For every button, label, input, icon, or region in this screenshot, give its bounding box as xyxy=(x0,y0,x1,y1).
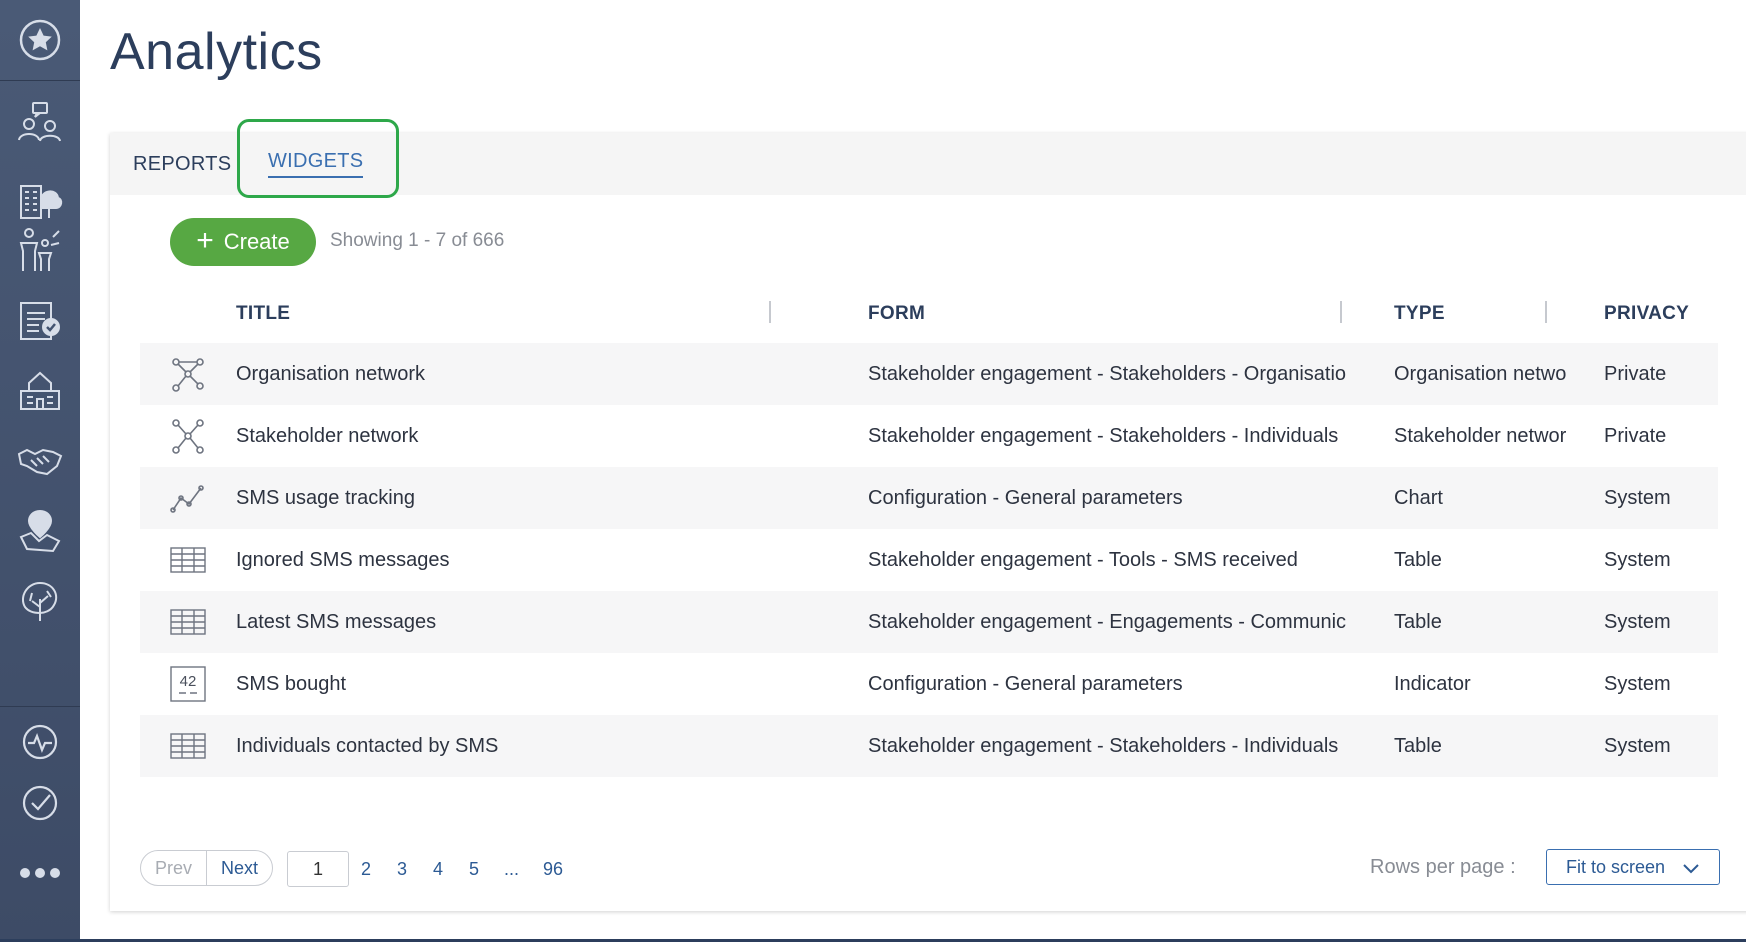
row-title: Stakeholder network xyxy=(236,424,419,447)
row-form: Stakeholder engagement - Stakeholders - … xyxy=(868,734,1339,757)
row-privacy: Private xyxy=(1604,362,1667,385)
row-privacy: System xyxy=(1604,610,1671,633)
page-link[interactable]: 5 xyxy=(469,851,479,887)
sidebar-item-tasks[interactable] xyxy=(0,290,80,350)
table-row[interactable]: 42 SMS bought Configuration - General pa… xyxy=(140,653,1718,715)
rows-per-page-value: Fit to screen xyxy=(1566,856,1666,877)
table-icon xyxy=(168,529,208,591)
rows-per-page-label: Rows per page : xyxy=(1370,856,1516,878)
table-row[interactable]: Ignored SMS messages Stakeholder engagem… xyxy=(140,529,1718,591)
rows-per-page-select[interactable]: Fit to screen xyxy=(1546,849,1720,885)
row-form: Configuration - General parameters xyxy=(868,486,1183,509)
chevron-down-icon xyxy=(1683,864,1699,874)
row-type: Table xyxy=(1394,734,1442,757)
tab-widgets-label: WIDGETS xyxy=(268,150,364,178)
map-pin-icon xyxy=(19,509,61,553)
sidebar-item-environment[interactable] xyxy=(0,570,80,630)
table-icon xyxy=(168,591,208,653)
row-type: Table xyxy=(1394,610,1442,633)
more-dots-icon xyxy=(20,868,60,878)
showing-count: Showing 1 - 7 of 666 xyxy=(330,230,505,251)
star-circle-icon xyxy=(19,19,61,61)
row-privacy: System xyxy=(1604,672,1671,695)
check-circle-icon xyxy=(22,785,58,821)
row-title: Latest SMS messages xyxy=(236,610,437,633)
row-type: Stakeholder networ xyxy=(1394,424,1567,447)
row-type: Indicator xyxy=(1394,672,1471,695)
tab-reports[interactable]: REPORTS xyxy=(133,133,231,195)
table-row[interactable]: Organisation network Stakeholder engagem… xyxy=(140,343,1718,405)
prev-page-button[interactable]: Prev xyxy=(141,851,207,885)
row-title: SMS usage tracking xyxy=(236,486,415,509)
page-ellipsis: ... xyxy=(504,858,520,879)
sidebar xyxy=(0,0,80,942)
people-chat-icon xyxy=(18,102,61,142)
create-button[interactable]: + Create xyxy=(170,218,316,266)
table-row[interactable]: Latest SMS messages Stakeholder engageme… xyxy=(140,591,1718,653)
tabs-bar: REPORTS WIDGETS xyxy=(110,119,1746,198)
plus-icon: + xyxy=(196,223,214,257)
column-resizer[interactable] xyxy=(769,301,771,323)
column-resizer[interactable] xyxy=(1545,301,1547,323)
sidebar-item-communities[interactable] xyxy=(0,360,80,420)
network-icon xyxy=(168,343,208,405)
row-form: Stakeholder engagement - Tools - SMS rec… xyxy=(868,548,1298,571)
main-content: Analytics REPORTS WIDGETS + Create Showi… xyxy=(80,0,1746,942)
sidebar-item-more[interactable] xyxy=(0,843,80,903)
create-button-label: Create xyxy=(223,229,290,254)
row-privacy: System xyxy=(1604,486,1671,509)
row-form: Stakeholder engagement - Engagements - C… xyxy=(868,610,1347,633)
row-title: SMS bought xyxy=(236,672,347,695)
row-privacy: Private xyxy=(1604,424,1667,447)
row-title: Organisation network xyxy=(236,362,425,385)
checklist-icon xyxy=(20,302,60,340)
tab-widgets[interactable]: WIDGETS xyxy=(268,133,364,195)
row-form: Configuration - General parameters xyxy=(868,672,1183,695)
column-header-privacy[interactable]: PRIVACY xyxy=(1604,297,1689,331)
buildings-tree-icon xyxy=(20,185,63,219)
handshake-icon xyxy=(17,448,63,476)
pulse-icon xyxy=(22,724,58,760)
indicator-value: 42 xyxy=(180,673,197,690)
indicator-icon: 42 xyxy=(168,653,208,715)
table-row[interactable]: Individuals contacted by SMS Stakeholder… xyxy=(140,715,1718,777)
column-header-type[interactable]: TYPE xyxy=(1394,297,1445,331)
page-link[interactable]: 4 xyxy=(433,851,443,887)
row-title: Ignored SMS messages xyxy=(236,548,450,571)
sidebar-item-favorites[interactable] xyxy=(0,10,80,70)
row-type: Chart xyxy=(1394,486,1443,509)
column-header-title[interactable]: TITLE xyxy=(236,297,290,331)
community-building-icon xyxy=(20,371,60,410)
family-icon xyxy=(19,228,60,271)
sidebar-item-activity[interactable] xyxy=(0,712,80,772)
row-form: Stakeholder engagement - Stakeholders - … xyxy=(868,424,1339,447)
sidebar-item-validation[interactable] xyxy=(0,773,80,833)
row-privacy: System xyxy=(1604,734,1671,757)
table-row[interactable]: Stakeholder network Stakeholder engageme… xyxy=(140,405,1718,467)
line-chart-icon xyxy=(168,467,208,529)
table-row[interactable]: SMS usage tracking Configuration - Gener… xyxy=(140,467,1718,529)
row-title: Individuals contacted by SMS xyxy=(236,734,499,757)
row-type: Table xyxy=(1394,548,1442,571)
page-number-input[interactable]: 1 xyxy=(287,851,349,887)
page-title: Analytics xyxy=(110,23,323,81)
sidebar-item-engagement[interactable] xyxy=(0,92,80,152)
column-resizer[interactable] xyxy=(1340,301,1342,323)
table-icon xyxy=(168,715,208,777)
page-link[interactable]: 96 xyxy=(543,851,563,887)
prev-next-group: Prev Next xyxy=(140,850,273,886)
analytics-card: REPORTS WIDGETS + Create Showing 1 - 7 o… xyxy=(110,119,1746,911)
network-icon xyxy=(168,405,208,467)
sidebar-item-agreements[interactable] xyxy=(0,430,80,490)
page-link[interactable]: 3 xyxy=(397,851,407,887)
sidebar-item-individuals[interactable] xyxy=(0,220,80,280)
row-type: Organisation netwo xyxy=(1394,362,1567,385)
sidebar-item-locations[interactable] xyxy=(0,500,80,560)
page-link[interactable]: 2 xyxy=(361,851,371,887)
row-privacy: System xyxy=(1604,548,1671,571)
column-header-form[interactable]: FORM xyxy=(868,297,925,331)
row-form: Stakeholder engagement - Stakeholders - … xyxy=(868,362,1347,385)
next-page-button[interactable]: Next xyxy=(207,851,272,885)
leaf-tree-icon xyxy=(21,581,58,621)
